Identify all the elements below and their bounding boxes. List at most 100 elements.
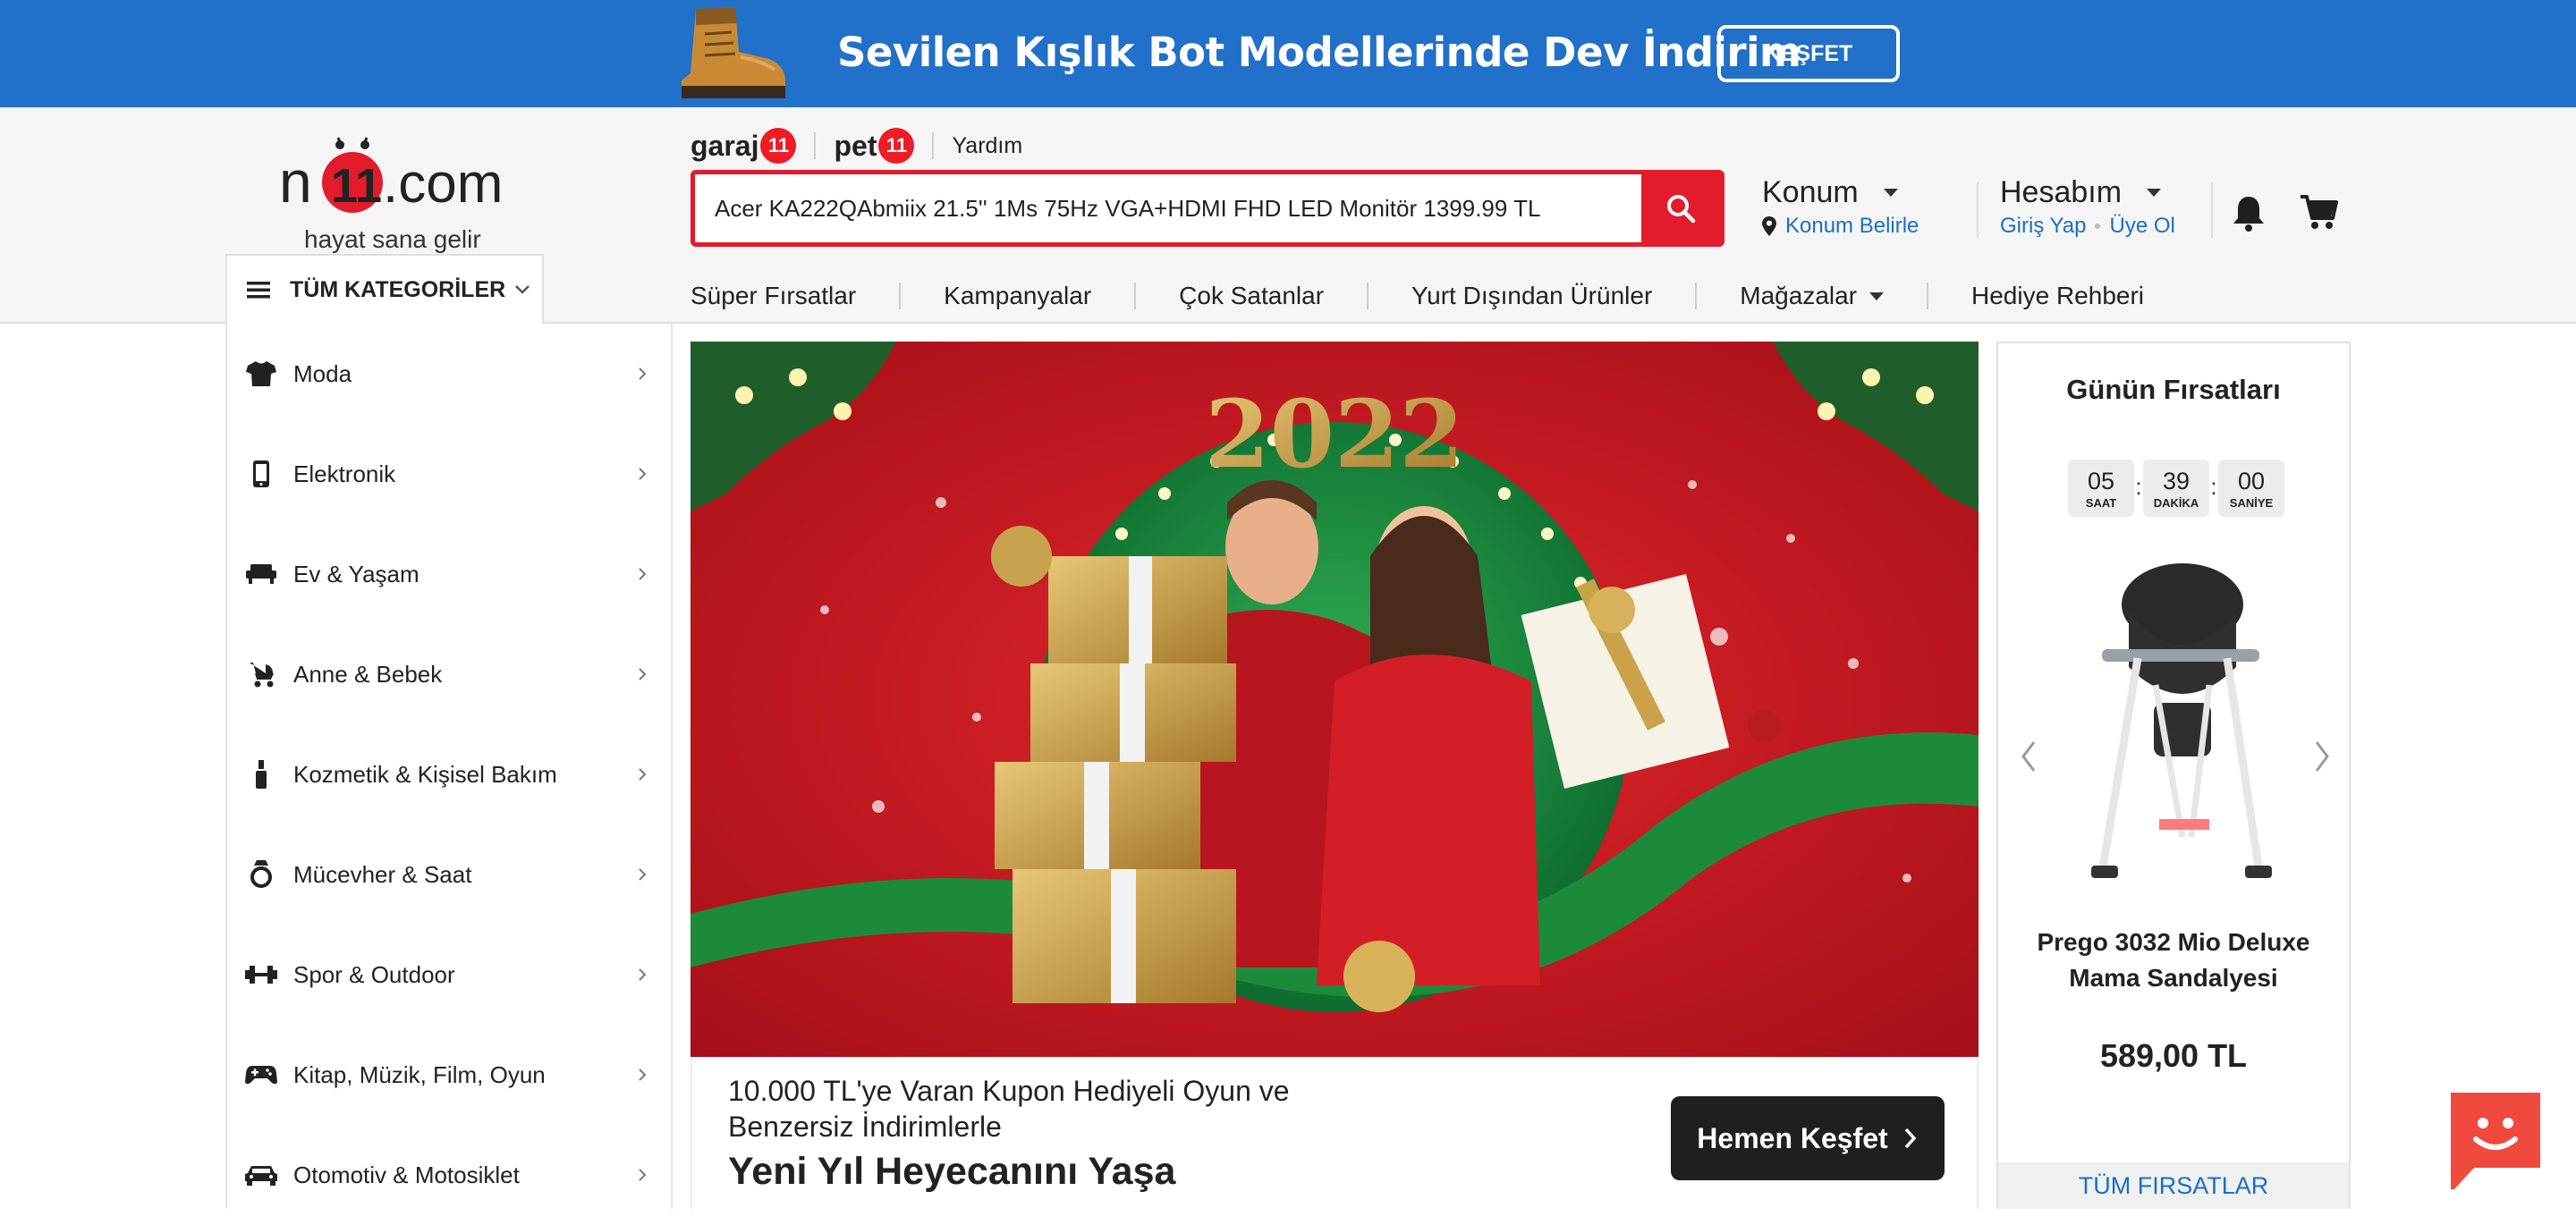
search-icon [1667, 195, 1696, 224]
all-categories-button[interactable]: TÜM KATEGORİLER [225, 254, 544, 324]
cart-icon[interactable] [2299, 193, 2338, 231]
chevron-right-icon [639, 668, 647, 680]
hero-illustration: 2022 [691, 342, 1979, 1057]
category-item-anne-bebek[interactable]: Anne & Bebek [227, 624, 671, 724]
category-item-ev-yasam[interactable]: Ev & Yaşam [227, 524, 671, 624]
hero-discover-button[interactable]: Hemen Keşfet [1671, 1096, 1945, 1180]
garaj-badge: 11 [760, 128, 797, 164]
hero-banner[interactable]: 2022 [691, 342, 1979, 1057]
timer-unit: DAKİKA [2153, 495, 2199, 510]
promo-banner[interactable]: Sevilen Kışlık Bot Modellerinde Dev İndi… [0, 0, 2576, 107]
daily-deals-title: Günün Fırsatları [2066, 374, 2281, 405]
account-menu[interactable]: Hesabım Giriş Yap Üye Ol [2000, 175, 2215, 239]
chevron-down-icon [515, 285, 530, 294]
login-link[interactable]: Giriş Yap [2000, 214, 2086, 239]
divider [1927, 283, 1929, 309]
category-item-elektronik[interactable]: Elektronik [227, 424, 671, 524]
timer-value: 39 [2162, 467, 2190, 494]
next-arrow-icon[interactable] [2311, 739, 2333, 774]
chevron-right-icon [1904, 1128, 1917, 1149]
nav-gift-guide[interactable]: Hediye Rehberi [1971, 282, 2144, 310]
dot-separator [2095, 224, 2101, 229]
svg-text:11: 11 [331, 159, 382, 213]
garaj-label: garaj [691, 129, 759, 162]
product-name[interactable]: Prego 3032 Mio Deluxe Mama Sandalyesi [2016, 925, 2331, 996]
product-price: 589,00 TL [2099, 1037, 2248, 1074]
daily-deals-panel: Günün Fırsatları 05 SAAT : 39 DAKİKA : 0… [1996, 342, 2351, 1209]
chevron-right-icon [639, 868, 647, 881]
previous-arrow-icon[interactable] [2018, 739, 2039, 774]
pet-label: pet [834, 129, 877, 162]
main-navigation: Süper Fırsatlar Kampanyalar Çok Satanlar… [691, 277, 2144, 315]
chevron-right-icon [639, 968, 647, 981]
chat-support-icon[interactable] [2451, 1093, 2540, 1191]
garaj11-link[interactable]: garaj 11 [691, 128, 797, 164]
notification-bell-icon[interactable] [2231, 193, 2267, 232]
hero-cta-label: Hemen Keşfet [1697, 1121, 1888, 1154]
svg-text:n: n [279, 148, 312, 215]
divider [1367, 283, 1369, 309]
timer-colon: : [2135, 473, 2142, 500]
divider [814, 132, 817, 159]
pet11-link[interactable]: pet 11 [834, 128, 915, 164]
cosmetic-bottle-icon [245, 758, 277, 790]
location-title: Konum [1762, 175, 1859, 209]
nav-best-sellers[interactable]: Çok Satanlar [1179, 282, 1324, 310]
category-item-spor-outdoor[interactable]: Spor & Outdoor [227, 925, 671, 1025]
nav-stores[interactable]: Mağazalar [1740, 282, 1885, 310]
gamepad-icon [245, 1059, 277, 1091]
category-item-otomotiv[interactable]: Otomotiv & Motosiklet [227, 1125, 671, 1225]
chevron-right-icon [639, 568, 647, 580]
sofa-icon [245, 558, 277, 590]
logo-wordmark: n 11 .com [279, 137, 503, 215]
chevron-right-icon [639, 368, 647, 380]
category-label: Mücevher & Saat [293, 860, 472, 888]
category-item-kitap-muzik[interactable]: Kitap, Müzik, Film, Oyun [227, 1025, 671, 1125]
timer-unit: SANİYE [2229, 495, 2274, 510]
nav-super-deals[interactable]: Süper Fırsatlar [691, 282, 856, 310]
divider [2211, 182, 2213, 238]
nav-international-products[interactable]: Yurt Dışından Ürünler [1411, 282, 1652, 310]
timer-minutes: 39 DAKİKA [2143, 460, 2209, 517]
divider [899, 283, 902, 309]
help-link[interactable]: Yardım [952, 133, 1022, 159]
nav-stores-label: Mağazalar [1740, 282, 1858, 309]
nav-campaigns[interactable]: Kampanyalar [944, 282, 1091, 310]
search-bar [691, 170, 1724, 247]
category-label: Moda [293, 359, 352, 387]
category-item-moda[interactable]: Moda [227, 324, 671, 424]
timer-seconds: 00 SANİYE [2218, 460, 2284, 517]
logo-tagline: hayat sana gelir [304, 225, 481, 253]
all-deals-button[interactable]: TÜM FIRSATLAR [1998, 1162, 2349, 1209]
search-input[interactable] [695, 174, 1641, 242]
chevron-down-icon [1883, 189, 1898, 197]
product-image[interactable] [2084, 551, 2277, 894]
sub-links: garaj 11 pet 11 Yardım [691, 125, 1022, 166]
timer-unit: SAAT [2085, 495, 2117, 510]
location-menu[interactable]: Konum Konum Belirle [1762, 175, 1941, 239]
category-item-kozmetik[interactable]: Kozmetik & Kişisel Bakım [227, 724, 671, 824]
category-item-mucevher-saat[interactable]: Mücevher & Saat [227, 824, 671, 925]
chevron-right-icon [639, 1069, 647, 1081]
hamburger-menu-icon [247, 282, 270, 299]
phone-icon [245, 458, 277, 490]
signup-link[interactable]: Üye Ol [2109, 214, 2174, 239]
chevron-right-icon [639, 768, 647, 781]
set-location-link[interactable]: Konum Belirle [1785, 214, 1919, 239]
chevron-down-icon [2147, 189, 2162, 197]
hero-subtitle: 10.000 TL'ye Varan Kupon Hediyeli Oyun v… [728, 1075, 1290, 1143]
promo-text: Sevilen Kışlık Bot Modellerinde Dev İndi… [837, 29, 1801, 76]
n11-logo[interactable]: n 11 .com hayat sana gelir [279, 125, 508, 259]
timer-colon: : [2210, 473, 2217, 500]
all-categories-label: TÜM KATEGORİLER [290, 276, 506, 302]
hero-title: Yeni Yıl Heyecanını Yaşa [728, 1150, 1176, 1193]
category-label: Ev & Yaşam [293, 560, 419, 587]
svg-text:.com: .com [383, 153, 503, 215]
search-button[interactable] [1641, 174, 1720, 242]
divider [932, 132, 935, 159]
car-icon [245, 1159, 277, 1191]
promo-discover-button[interactable]: KEŞFET [1717, 25, 1900, 82]
divider [1695, 283, 1698, 309]
chevron-right-icon [639, 468, 647, 480]
category-label: Spor & Outdoor [293, 960, 455, 988]
